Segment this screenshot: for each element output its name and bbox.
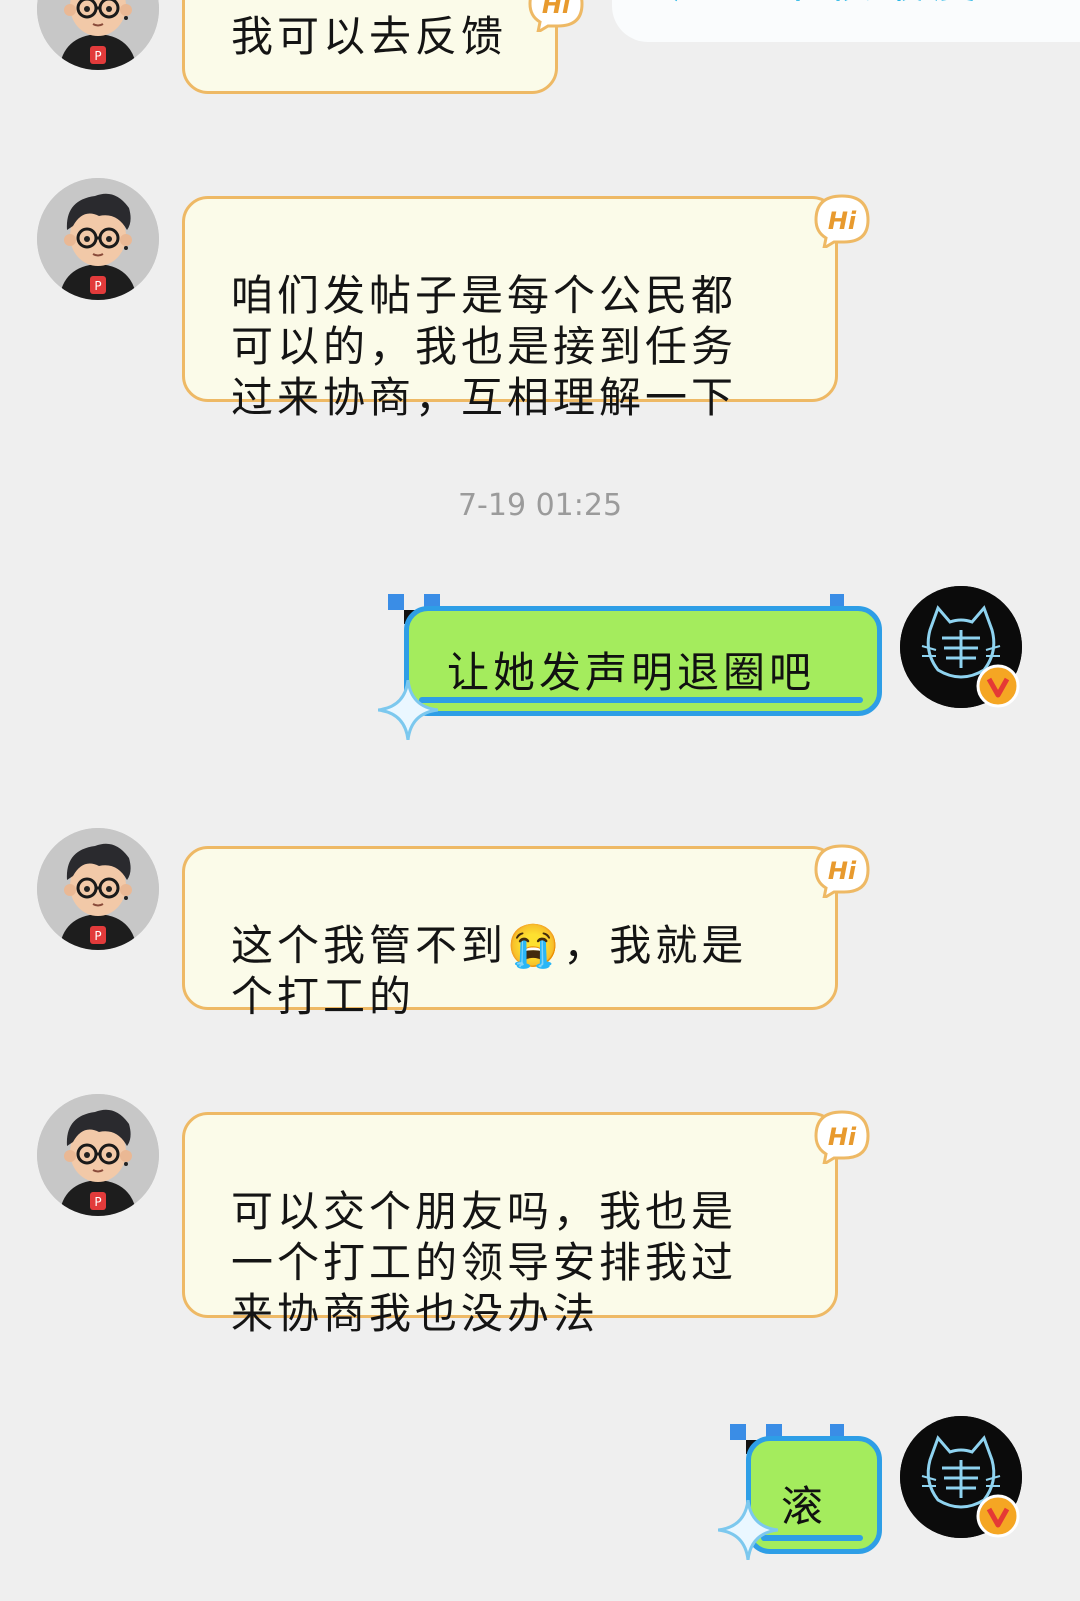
sender-avatar[interactable]: [37, 178, 159, 300]
message-timestamp: 7-19 01:25: [457, 488, 623, 523]
avatar-image: [37, 0, 159, 70]
hi-icon: [814, 194, 870, 248]
top-card-text: 户口审核最度100: [672, 0, 1080, 10]
message-bubble-incoming[interactable]: 可以交个朋友吗，我也是 一个打工的领导安排我过 来协商我也没办法: [182, 1112, 838, 1338]
sparkle-icon: [378, 680, 438, 740]
hi-icon: [814, 844, 870, 898]
verified-badge-icon: [976, 664, 1022, 710]
sender-avatar[interactable]: [37, 1094, 159, 1216]
message-text: 我可以去反馈: [231, 12, 508, 61]
verified-badge-icon: [976, 1494, 1022, 1540]
hi-icon: [528, 0, 584, 32]
message-text: 滚: [781, 1482, 828, 1531]
sender-avatar[interactable]: [37, 828, 159, 950]
top-info-card: 户口审核最度100: [612, 0, 1080, 42]
avatar-image: [37, 1094, 159, 1216]
message-text: 让她发声明退圈吧: [447, 648, 816, 697]
avatar-image: [37, 178, 159, 300]
message-bubble-incoming[interactable]: 我可以去反馈: [182, 0, 558, 94]
sender-avatar[interactable]: [37, 0, 159, 70]
message-bubble-outgoing[interactable]: 让她发声明退圈吧: [404, 606, 882, 716]
sparkle-icon: [718, 1500, 778, 1560]
message-text: 这个我管不到😭，我就是 个打工的: [231, 921, 748, 1021]
message-text: 可以交个朋友吗，我也是 一个打工的领导安排我过 来协商我也没办法: [231, 1187, 738, 1338]
message-bubble-incoming[interactable]: 这个我管不到😭，我就是 个打工的: [182, 846, 838, 1021]
message-bubble-incoming[interactable]: 咱们发帖子是每个公民都 可以的，我也是接到任务 过来协商，互相理解一下: [182, 196, 838, 422]
avatar-image: [37, 828, 159, 950]
message-text: 咱们发帖子是每个公民都 可以的，我也是接到任务 过来协商，互相理解一下: [231, 271, 738, 422]
hi-icon: [814, 1110, 870, 1164]
